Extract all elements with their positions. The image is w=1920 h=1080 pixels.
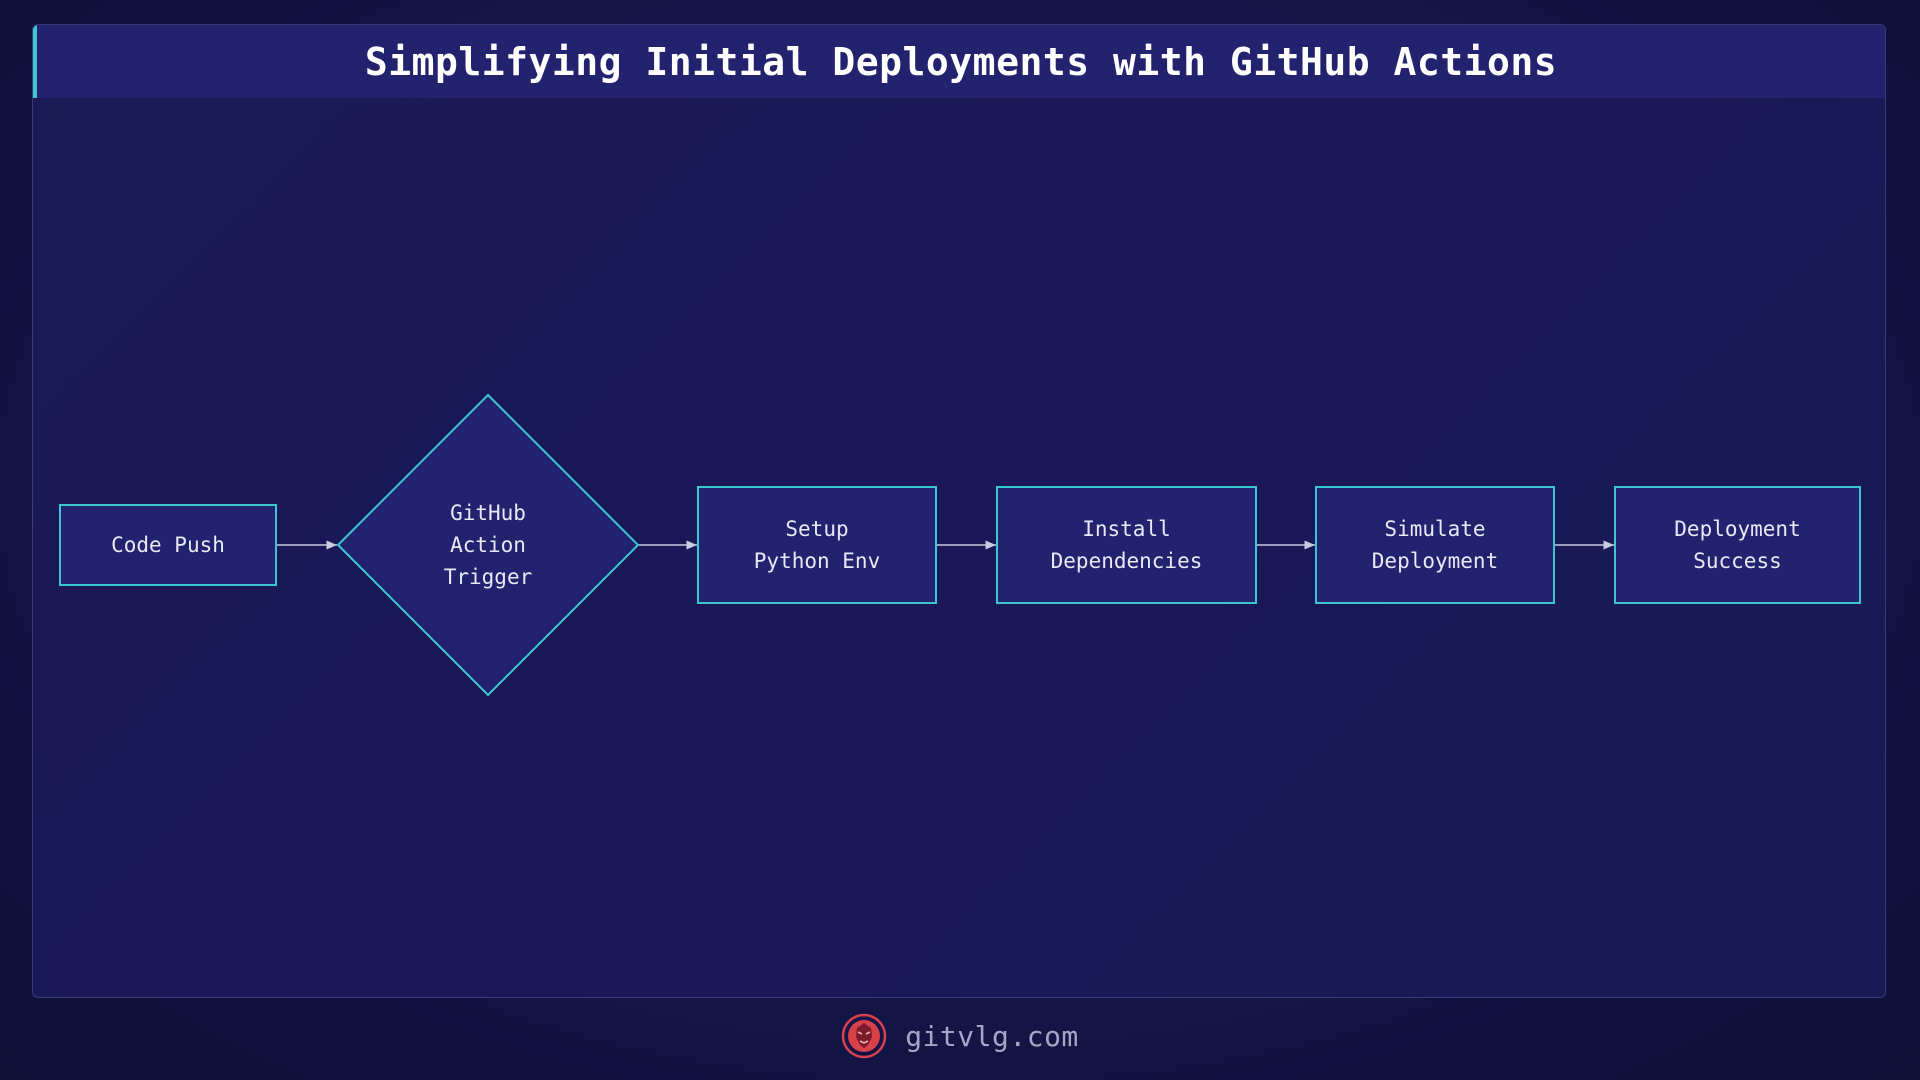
node-label-line: Code Push <box>111 533 225 557</box>
site-url: gitvlg.com <box>905 1019 1079 1053</box>
node-label-line: Dependencies <box>1051 549 1203 573</box>
node-label-line: Success <box>1693 549 1782 573</box>
node-setup-python-env: Setup Python Env <box>697 486 937 604</box>
node-simulate-deployment: Simulate Deployment <box>1315 486 1555 604</box>
node-label-line: Python Env <box>754 549 880 573</box>
process-box <box>1315 486 1555 604</box>
node-label-line: Setup <box>785 517 848 541</box>
node-code-push: Code Push <box>59 504 277 586</box>
node-label-line: GitHub <box>450 501 526 525</box>
node-label-line: Trigger <box>444 565 533 589</box>
node-label-line: Deployment <box>1372 549 1498 573</box>
lion-head-icon <box>841 1013 887 1059</box>
node-label-line: Deployment <box>1674 517 1800 541</box>
node-label-line: Action <box>450 533 526 557</box>
process-box <box>697 486 937 604</box>
process-box <box>1614 486 1861 604</box>
node-install-dependencies: Install Dependencies <box>996 486 1257 604</box>
node-github-action-trigger: GitHub Action Trigger <box>336 393 640 697</box>
node-label-line: Simulate <box>1384 517 1485 541</box>
flow-diagram: Code Push GitHub Action Trigger Setup Python … <box>59 393 1861 697</box>
node-label-line: Install <box>1082 517 1171 541</box>
footer: gitvlg.com <box>0 1008 1920 1064</box>
process-box <box>996 486 1257 604</box>
node-deployment-success: Deployment Success <box>1614 486 1861 604</box>
